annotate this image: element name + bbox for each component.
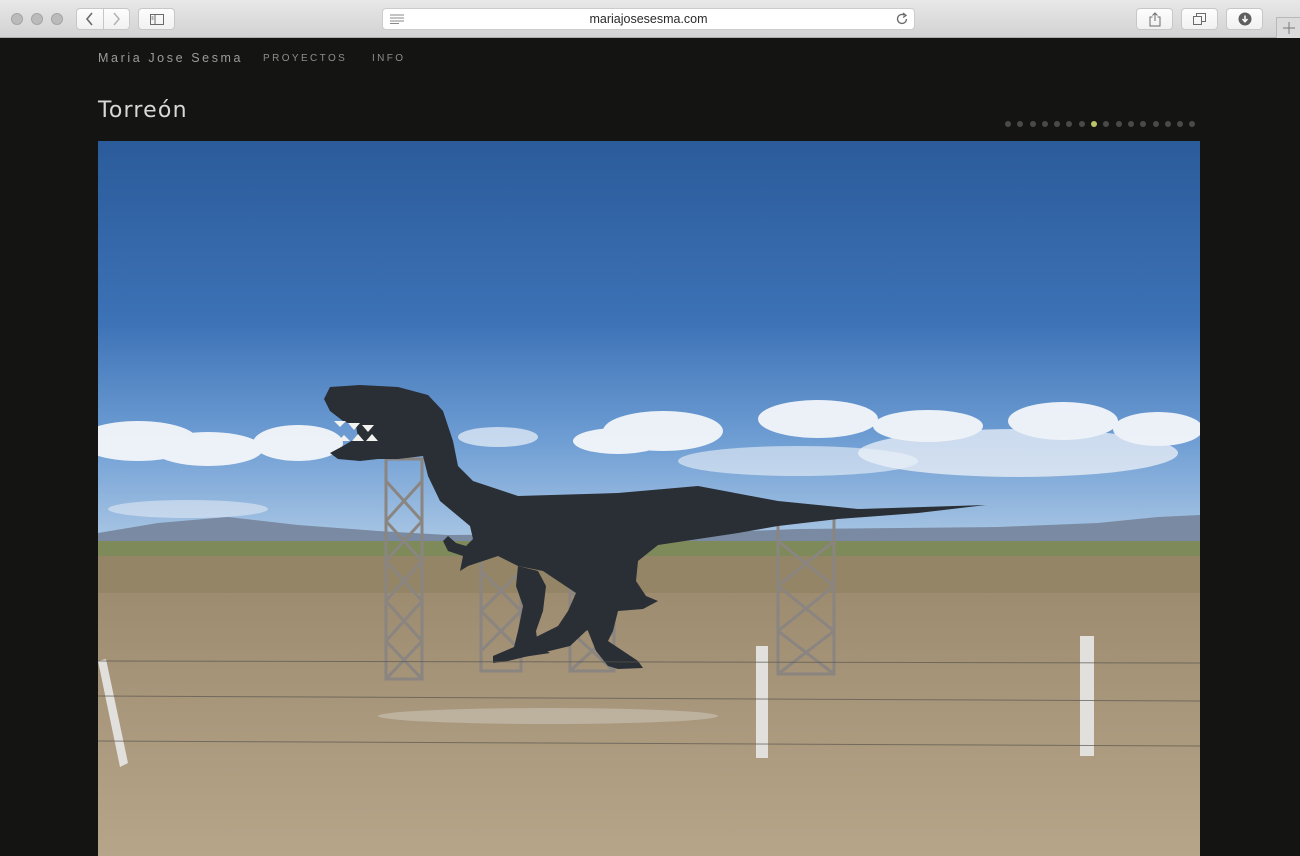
url-text: mariajosesesma.com (589, 12, 708, 26)
slide-dot[interactable] (1140, 121, 1147, 127)
new-tab-icon (1282, 22, 1295, 34)
slide-dot[interactable] (1041, 121, 1048, 127)
slide-dot[interactable] (1005, 121, 1011, 127)
back-button[interactable] (77, 9, 103, 29)
share-button[interactable] (1136, 8, 1173, 30)
slide-dot[interactable] (1127, 121, 1134, 127)
new-tab-button[interactable] (1276, 17, 1300, 39)
slide-dot[interactable] (1029, 121, 1036, 127)
slide-dot-active[interactable] (1091, 121, 1098, 127)
browser-toolbar: mariajosesesma.com (0, 0, 1300, 38)
forward-icon (113, 12, 121, 26)
downloads-button[interactable] (1226, 8, 1263, 30)
slide-dot[interactable] (1017, 121, 1024, 127)
web-page: Maria Jose Sesma PROYECTOS INFO Torreón (0, 38, 1300, 856)
sidebar-button[interactable] (138, 8, 175, 30)
slide-dot[interactable] (1164, 121, 1171, 127)
history-nav (76, 8, 130, 30)
downloads-icon (1238, 12, 1251, 26)
slide-dot[interactable] (1177, 121, 1184, 127)
gallery-photo[interactable] (98, 141, 1200, 856)
slide-dot[interactable] (1189, 121, 1196, 127)
forward-button[interactable] (102, 9, 130, 29)
nav-info[interactable]: INFO (372, 53, 406, 64)
browser-window: mariajosesesma.com Maria Jose Sesma PROY… (0, 0, 1300, 856)
reload-icon[interactable] (895, 12, 909, 26)
tabs-icon (1193, 13, 1206, 25)
slide-dot[interactable] (1103, 121, 1110, 127)
slide-dot[interactable] (1078, 121, 1085, 127)
nav-proyectos[interactable]: PROYECTOS (263, 53, 347, 64)
sidebar-icon (149, 13, 164, 25)
zoom-window-button[interactable] (51, 13, 63, 25)
slide-dot[interactable] (1066, 121, 1073, 127)
dinosaur-photo (98, 141, 1200, 856)
share-icon (1149, 11, 1160, 26)
address-bar[interactable]: mariajosesesma.com (382, 8, 915, 30)
slide-dot[interactable] (1152, 121, 1159, 127)
show-tabs-button[interactable] (1181, 8, 1218, 30)
close-window-button[interactable] (11, 13, 23, 25)
back-icon (85, 12, 93, 26)
minimize-window-button[interactable] (31, 13, 43, 25)
slide-dot[interactable] (1115, 121, 1122, 127)
site-name-link[interactable]: Maria Jose Sesma (98, 51, 243, 65)
slide-pagination (1005, 121, 1202, 127)
project-title: Torreón (98, 98, 188, 123)
slide-dot[interactable] (1054, 121, 1061, 127)
